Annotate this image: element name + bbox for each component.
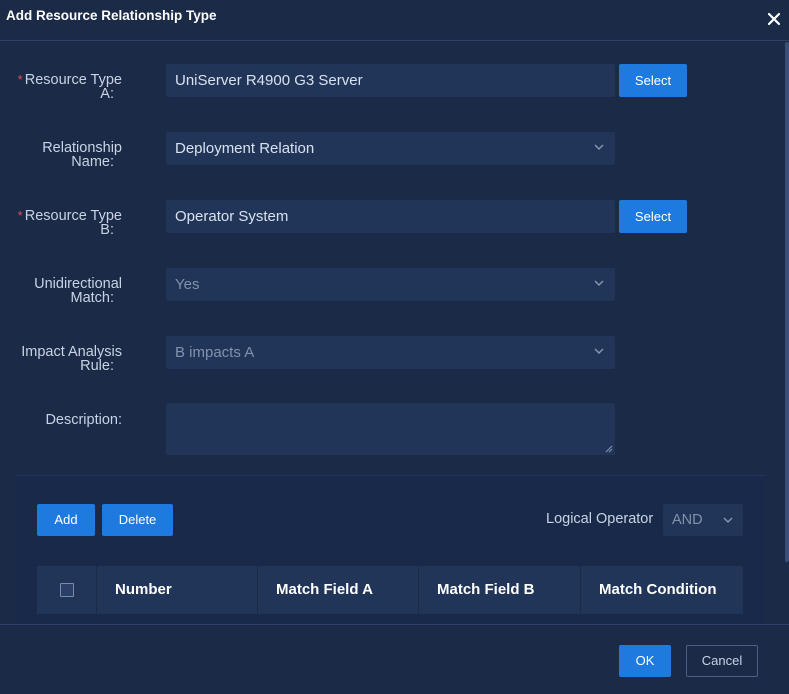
select-resource-b-button[interactable]: Select (619, 200, 687, 233)
column-header-match-field-a[interactable]: Match Field A (258, 566, 419, 614)
logical-operator-label: Logical Operator (546, 511, 654, 527)
required-mark: * (17, 72, 23, 87)
unidirectional-match-select[interactable]: Yes (166, 268, 615, 301)
column-header-match-condition[interactable]: Match Condition (581, 566, 743, 614)
required-mark: * (17, 208, 23, 223)
unidirectional-match-label: Unidirectional Match: (34, 276, 122, 306)
ok-button[interactable]: OK (619, 645, 671, 677)
resource-type-a-input[interactable]: UniServer R4900 G3 Server (166, 64, 615, 97)
scrollbar[interactable] (785, 42, 789, 562)
column-header-number[interactable]: Number (97, 566, 258, 614)
match-table-header: Number Match Field A Match Field B Match… (37, 566, 743, 614)
description-textarea[interactable] (166, 403, 615, 455)
resource-type-b-label: * Resource Type B: (17, 208, 122, 238)
chevron-down-icon (594, 144, 604, 150)
relationship-name-label: Relationship Name: (42, 140, 122, 170)
add-button[interactable]: Add (37, 504, 95, 536)
impact-analysis-rule-select[interactable]: B impacts A (166, 336, 615, 369)
cancel-button[interactable]: Cancel (686, 645, 758, 677)
chevron-down-icon (723, 517, 733, 523)
dialog-title: Add Resource Relationship Type (6, 8, 217, 23)
chevron-down-icon (594, 280, 604, 286)
description-label: Description: (45, 412, 122, 428)
select-all-checkbox[interactable] (60, 583, 74, 597)
resize-handle-icon[interactable] (605, 445, 613, 453)
relationship-name-select[interactable]: Deployment Relation (166, 132, 615, 165)
delete-button[interactable]: Delete (102, 504, 173, 536)
resource-type-a-label: * Resource Type A: (17, 72, 122, 102)
column-header-match-field-b[interactable]: Match Field B (419, 566, 581, 614)
dialog-header: Add Resource Relationship Type (0, 0, 789, 41)
select-resource-a-button[interactable]: Select (619, 64, 687, 97)
logical-operator-select[interactable]: AND (663, 504, 743, 536)
select-all-cell (37, 566, 97, 614)
close-icon[interactable] (765, 10, 783, 28)
impact-analysis-rule-label: Impact Analysis Rule: (21, 344, 122, 374)
chevron-down-icon (594, 348, 604, 354)
resource-type-b-input[interactable]: Operator System (166, 200, 615, 233)
